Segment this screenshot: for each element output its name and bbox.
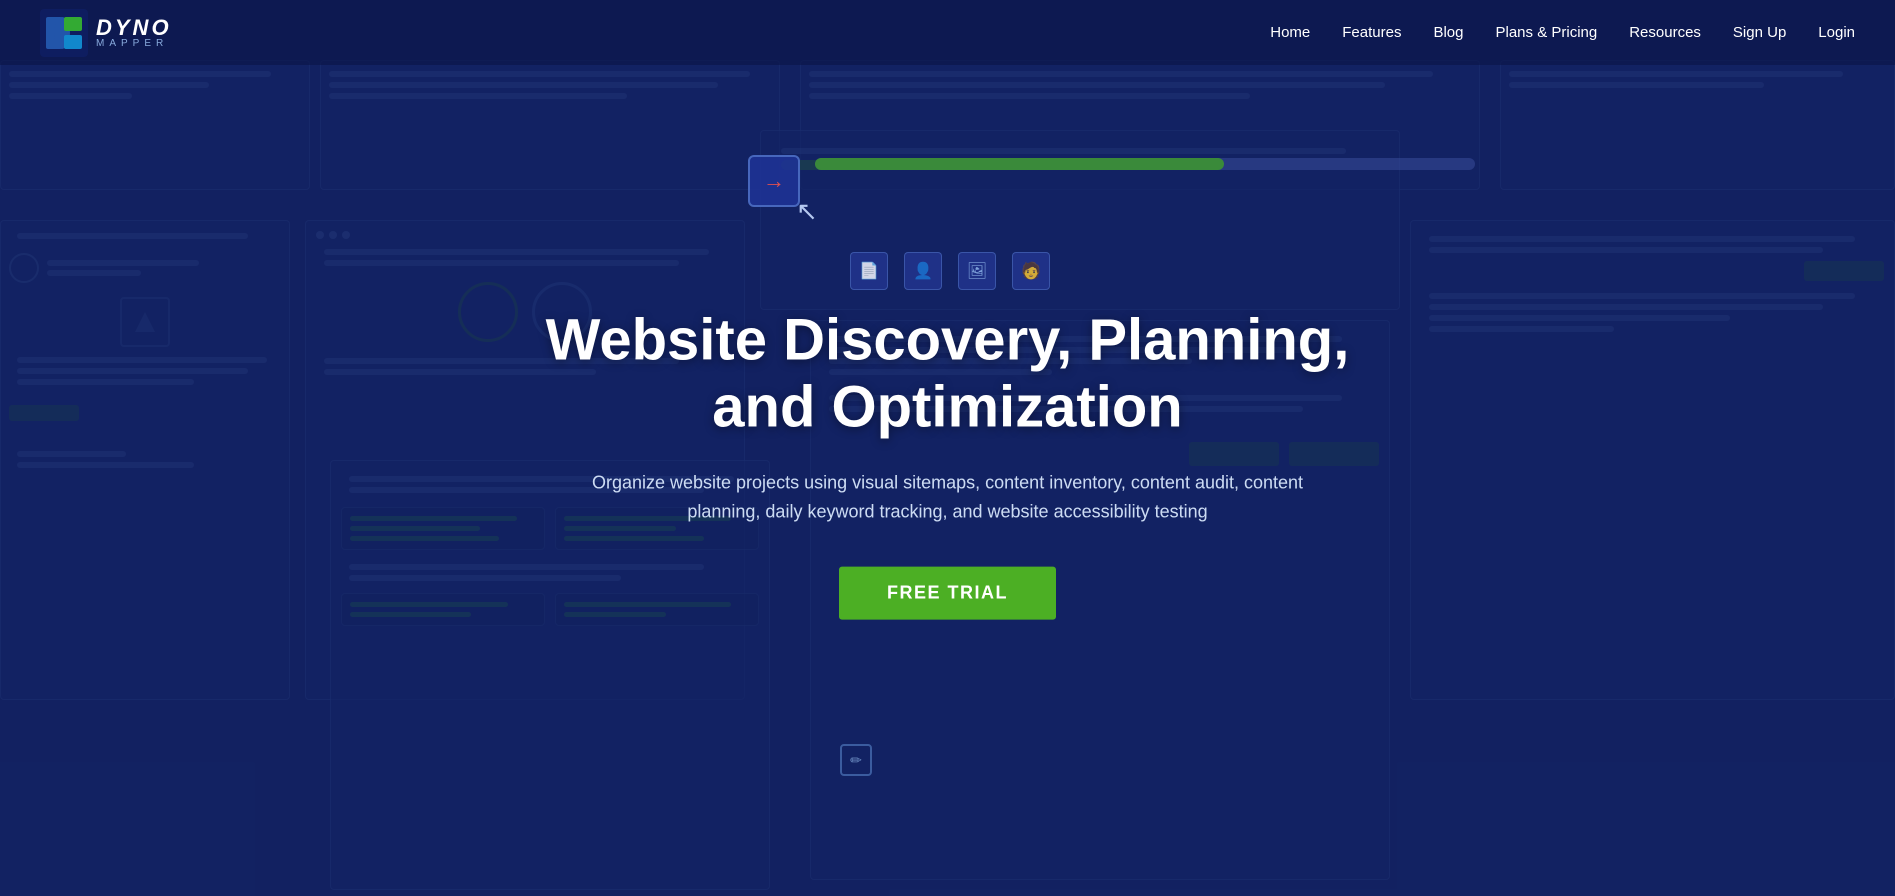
redirect-box: → <box>748 155 800 207</box>
cursor-icon: ↖ <box>796 196 818 227</box>
hero-title: Website Discovery, Planning, and Optimiz… <box>498 308 1398 441</box>
nav-link-features[interactable]: Features <box>1342 24 1401 41</box>
nav-link-home[interactable]: Home <box>1270 24 1310 41</box>
icon-box-doc: 📄 <box>850 252 888 290</box>
progress-fill <box>815 158 1224 170</box>
navigation: DYNO MAPPER Home Features Blog Plans & P… <box>0 0 1895 65</box>
icon-box-image: 🖼 <box>958 252 996 290</box>
logo-text: DYNO MAPPER <box>96 17 172 49</box>
nav-item-home[interactable]: Home <box>1270 24 1310 42</box>
free-trial-button[interactable]: FREE TRIAL <box>839 567 1056 620</box>
icon-box-person: 🧑 <box>1012 252 1050 290</box>
logo[interactable]: DYNO MAPPER <box>40 9 172 57</box>
progress-track <box>815 158 1475 170</box>
nav-link-blog[interactable]: Blog <box>1433 24 1463 41</box>
nav-link-plans[interactable]: Plans & Pricing <box>1496 24 1598 41</box>
hero-subtitle: Organize website projects using visual s… <box>558 469 1338 527</box>
nav-item-features[interactable]: Features <box>1342 24 1401 42</box>
logo-mapper-text: MAPPER <box>96 39 172 49</box>
logo-dyno-text: DYNO <box>96 17 172 39</box>
nav-link-resources[interactable]: Resources <box>1629 24 1701 41</box>
progress-area <box>815 158 1475 180</box>
hero-content: Website Discovery, Planning, and Optimiz… <box>498 308 1398 620</box>
nav-item-login[interactable]: Login <box>1818 24 1855 42</box>
nav-link-login[interactable]: Login <box>1818 24 1855 41</box>
nav-item-plans[interactable]: Plans & Pricing <box>1496 24 1598 42</box>
nav-item-resources[interactable]: Resources <box>1629 24 1701 42</box>
nav-link-signup[interactable]: Sign Up <box>1733 24 1786 41</box>
logo-icon <box>40 9 88 57</box>
redirect-arrow-icon: → <box>763 168 785 194</box>
icon-row: 📄 👤 🖼 🧑 <box>850 252 1050 290</box>
icon-box-user: 👤 <box>904 252 942 290</box>
nav-item-blog[interactable]: Blog <box>1433 24 1463 42</box>
edit-icon: ✏ <box>840 744 872 776</box>
nav-links: Home Features Blog Plans & Pricing Resou… <box>1270 24 1855 42</box>
nav-item-signup[interactable]: Sign Up <box>1733 24 1786 42</box>
